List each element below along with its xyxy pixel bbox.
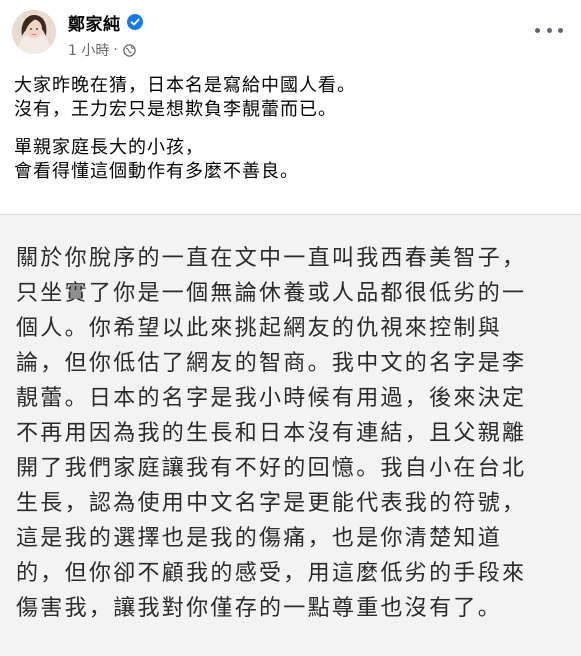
statement-line: 靚蕾。日本的名字是我小時候有用過，後來決定: [16, 386, 527, 411]
statement-line: 這是我的選擇也是我的傷痛，也是你清楚知道: [16, 526, 503, 551]
statement-line: 個人。你希望以此來挑起網友的仇視來控制與: [16, 316, 503, 341]
statement-line: 生長，認為使用中文名字是更能代表我的符號，: [16, 491, 527, 516]
statement-line: 關於你脫序的一直在文中一直叫我西春美智子，: [16, 246, 527, 271]
post-meta: 1 小時 ·: [68, 40, 136, 60]
post-timestamp[interactable]: 1 小時: [68, 40, 109, 60]
author-row: 鄭家純: [68, 10, 143, 35]
facebook-post: 鄭家純 1 小時 · 大家昨晚在猜，日本名是寫給中國人看。 沒有，王力宏只是想欺…: [0, 0, 581, 656]
post-text-line: 大家昨晚在猜，日本名是寫給中國人看。: [14, 75, 356, 96]
more-dot-icon: [546, 27, 552, 33]
post-text-line: 會看得懂這個動作有多麼不善良。: [14, 161, 299, 182]
meta-separator: ·: [113, 42, 118, 58]
author-avatar[interactable]: [12, 10, 56, 54]
post-message: 大家昨晚在猜，日本名是寫給中國人看。 沒有，王力宏只是想欺負李靚蕾而已。 單親家…: [14, 74, 569, 184]
post-text-line: 單親家庭長大的小孩，: [14, 137, 204, 158]
author-name[interactable]: 鄭家純: [68, 10, 121, 35]
post-image[interactable]: 關於你脫序的一直在文中一直叫我西春美智子， 只坐實了你是一個無論休養或人品都很低…: [0, 214, 581, 656]
statement-line: 的，但你卻不顧我的感受，用這麼低劣的手段來: [16, 561, 527, 586]
statement-text: 關於你脫序的一直在文中一直叫我西春美智子， 只坐實了你是一個無論休養或人品都很低…: [16, 241, 561, 626]
more-dot-icon: [558, 27, 563, 33]
statement-line: 只坐實了你是一個無論休養或人品都很低劣的一: [16, 281, 527, 306]
globe-icon[interactable]: [123, 43, 136, 57]
statement-line: 不再用因為我的生長和日本沒有連結，且父親離: [16, 421, 527, 446]
statement-screenshot: 關於你脫序的一直在文中一直叫我西春美智子， 只坐實了你是一個無論休養或人品都很低…: [0, 214, 581, 656]
more-options-button[interactable]: [535, 22, 563, 38]
statement-line: 論，但你低估了網友的智商。我中文的名字是李: [16, 351, 527, 376]
verified-badge-icon: [126, 14, 143, 30]
post-header: 鄭家純 1 小時 ·: [0, 0, 581, 68]
statement-line: 傷害我，讓我對你僅存的一點尊重也沒有了。: [16, 596, 503, 621]
statement-line: 開了我們家庭讓我有不好的回憶。我自小在台北: [16, 456, 527, 481]
more-dot-icon: [535, 27, 540, 33]
post-text-line: 沒有，王力宏只是想欺負李靚蕾而已。: [14, 99, 337, 120]
